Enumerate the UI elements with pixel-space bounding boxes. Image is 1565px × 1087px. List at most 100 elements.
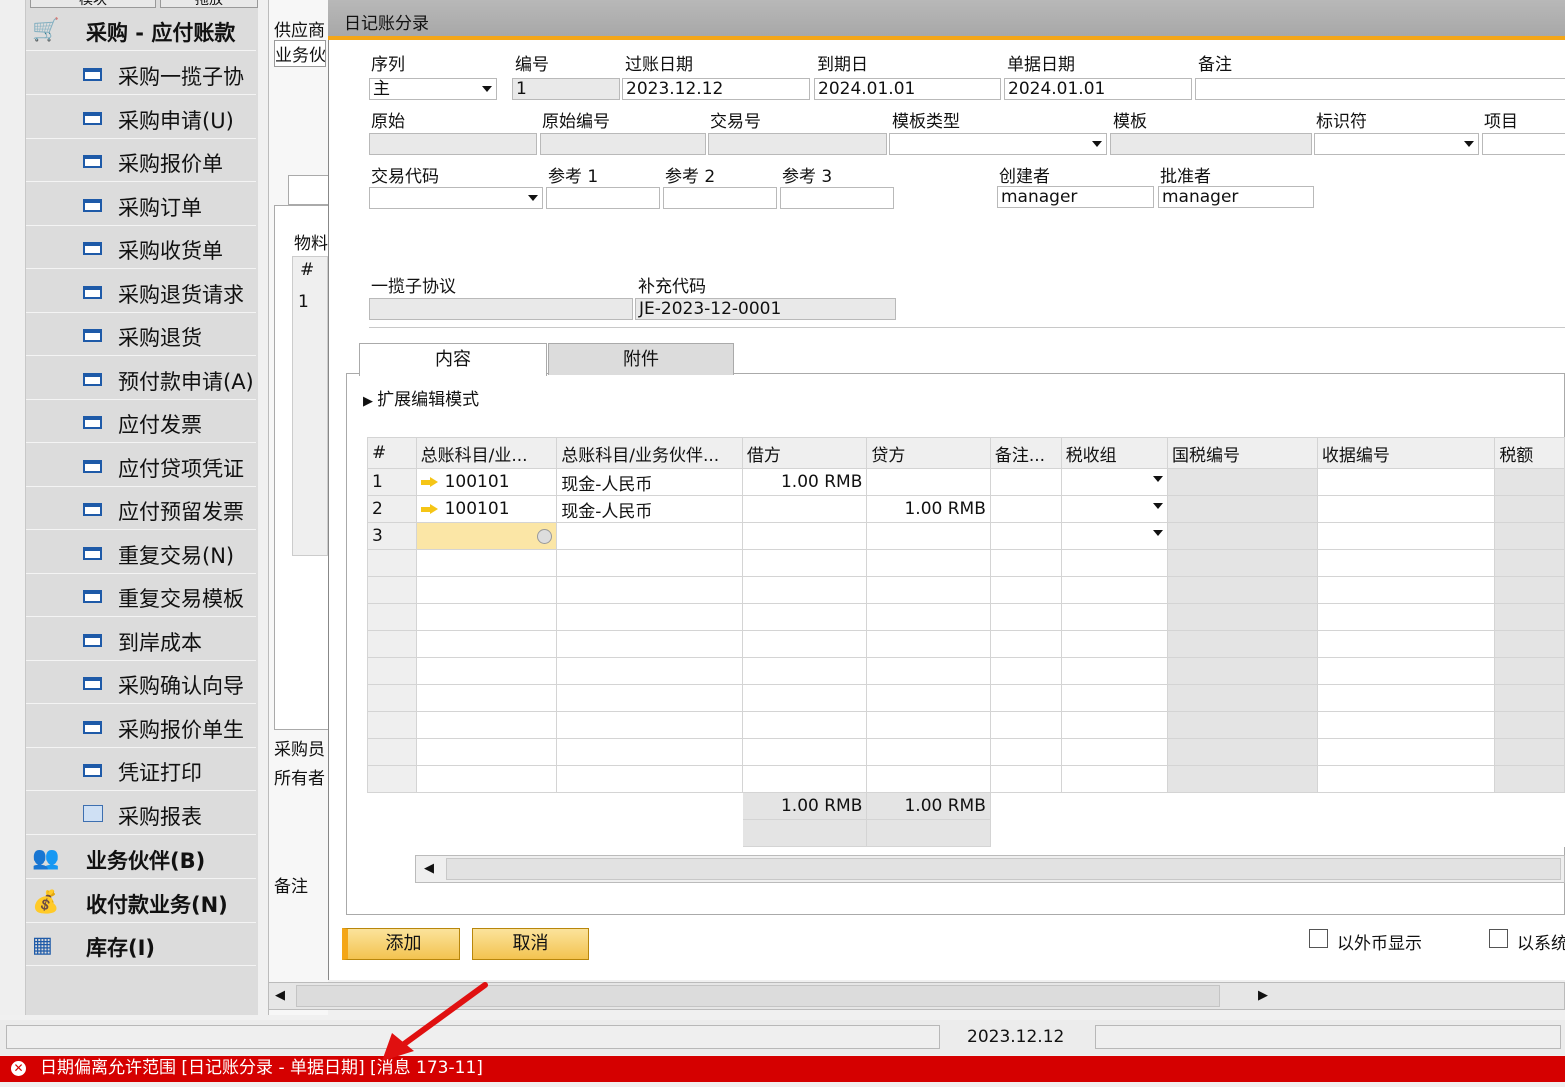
template-type-select[interactable] [889,133,1107,155]
doc-date-field[interactable]: 2024.01.01 [1004,78,1192,100]
sidebar-item[interactable]: 应付贷项凭证 [26,444,256,487]
table-row[interactable]: 1 100101 现金-人民币 1.00 RMB [367,468,1565,496]
grid-cell[interactable] [741,738,868,766]
debit-cell[interactable]: 1.00 RMB [741,468,868,496]
ref3-field[interactable] [780,187,894,209]
grid-cell[interactable] [1060,684,1168,712]
grid-cell[interactable] [556,738,743,766]
grid-cell[interactable] [556,657,743,685]
grid-cell[interactable] [1316,684,1496,712]
grid-cell[interactable] [866,765,991,793]
sidebar-item[interactable]: 预付款申请(A) [26,357,256,400]
grid-cell[interactable] [741,765,868,793]
grid-cell[interactable] [866,684,991,712]
sidebar-item[interactable]: 采购确认向导 [26,661,256,704]
grid-cell[interactable] [866,603,991,631]
blanket-field[interactable] [369,298,633,320]
table-row[interactable] [367,603,1565,631]
grid-cell[interactable] [741,684,868,712]
grid-cell[interactable] [556,711,743,739]
grid-column-header[interactable]: 总账科目/业... [415,437,558,469]
grid-cell[interactable] [989,738,1062,766]
grid-cell[interactable] [1494,468,1565,496]
grid-cell[interactable] [1166,711,1318,739]
sidebar-item[interactable]: 采购报表 [26,792,256,835]
grid-cell[interactable] [741,630,868,658]
table-row[interactable]: 3 [367,522,1565,550]
grid-cell[interactable] [1316,765,1496,793]
grid-cell[interactable] [741,657,868,685]
grid-cell[interactable] [989,468,1062,496]
tab-drag-drop[interactable]: 拖放 [160,0,258,8]
grid-cell[interactable] [1316,468,1496,496]
posting-date-field[interactable]: 2023.12.12 [622,78,810,100]
expand-mode-toggle[interactable]: ▶ 扩展编辑模式 [363,385,479,410]
tax-group-cell[interactable] [1060,522,1168,550]
grid-cell[interactable] [1494,630,1565,658]
grid-cell[interactable] [556,630,743,658]
grid-cell[interactable] [741,711,868,739]
grid-cell[interactable] [367,684,417,712]
account-cell[interactable]: 100101 [415,468,558,496]
grid-cell[interactable] [1166,549,1318,577]
scroll-left-icon[interactable]: ◀ [424,861,434,876]
sidebar-item[interactable]: 凭证打印 [26,748,256,791]
credit-cell[interactable] [866,468,991,496]
grid-cell[interactable] [866,549,991,577]
grid-cell[interactable] [989,765,1062,793]
grid-cell[interactable] [741,549,868,577]
grid-cell[interactable] [1494,495,1565,523]
table-row[interactable] [367,765,1565,793]
grid-cell[interactable] [1166,657,1318,685]
credit-cell[interactable] [866,522,991,550]
dialog-titlebar[interactable]: 日记账分录 [328,0,1565,40]
table-row[interactable] [367,738,1565,766]
grid-cell[interactable] [1316,522,1496,550]
choose-from-list-icon[interactable] [537,528,553,544]
template-field[interactable] [1110,133,1312,155]
sidebar-item[interactable]: 采购订单 [26,183,256,226]
grid-cell[interactable] [866,576,991,604]
table-row[interactable] [367,549,1565,577]
grid-cell[interactable] [989,657,1062,685]
credit-cell[interactable]: 1.00 RMB [866,495,991,523]
grid-cell[interactable] [866,711,991,739]
grid-cell[interactable] [741,603,868,631]
account-cell[interactable]: 100101 [415,495,558,523]
approver-field[interactable]: manager [1158,186,1314,208]
grid-cell[interactable] [556,765,743,793]
sidebar-item[interactable]: 采购报价单生 [26,705,256,748]
grid-cell[interactable] [415,738,558,766]
link-arrow-icon[interactable] [420,476,439,488]
grid-cell[interactable] [1494,603,1565,631]
module-banking[interactable]: 💰 收付款业务(N) [26,880,256,923]
grid-cell[interactable] [556,576,743,604]
module-inventory[interactable]: ▦ 库存(I) [26,923,256,966]
grid-cell[interactable] [1494,711,1565,739]
grid-cell[interactable] [1060,603,1168,631]
grid-column-header[interactable]: 贷方 [866,437,991,469]
debit-cell[interactable] [741,522,868,550]
grid-cell[interactable] [866,657,991,685]
sidebar-item[interactable]: 到岸成本 [26,618,256,661]
grid-cell[interactable] [415,657,558,685]
show-fc-checkbox[interactable] [1309,929,1328,948]
grid-cell[interactable] [415,765,558,793]
grid-cell[interactable] [1316,738,1496,766]
project-field[interactable] [1482,133,1565,155]
chevron-down-icon[interactable] [1152,476,1163,482]
grid-cell[interactable] [1166,576,1318,604]
grid-cell[interactable] [866,738,991,766]
grid-column-header[interactable]: # [367,437,417,469]
sidebar-item[interactable]: 采购申请(U) [26,96,256,139]
grid-cell[interactable] [1060,657,1168,685]
grid-cell[interactable] [1166,765,1318,793]
grid-cell[interactable] [1166,630,1318,658]
grid-cell[interactable] [415,549,558,577]
grid-cell[interactable] [1494,549,1565,577]
grid-cell[interactable] [989,549,1062,577]
grid-cell[interactable] [556,603,743,631]
grid-cell[interactable] [1494,576,1565,604]
table-row[interactable] [367,657,1565,685]
table-row[interactable] [367,711,1565,739]
